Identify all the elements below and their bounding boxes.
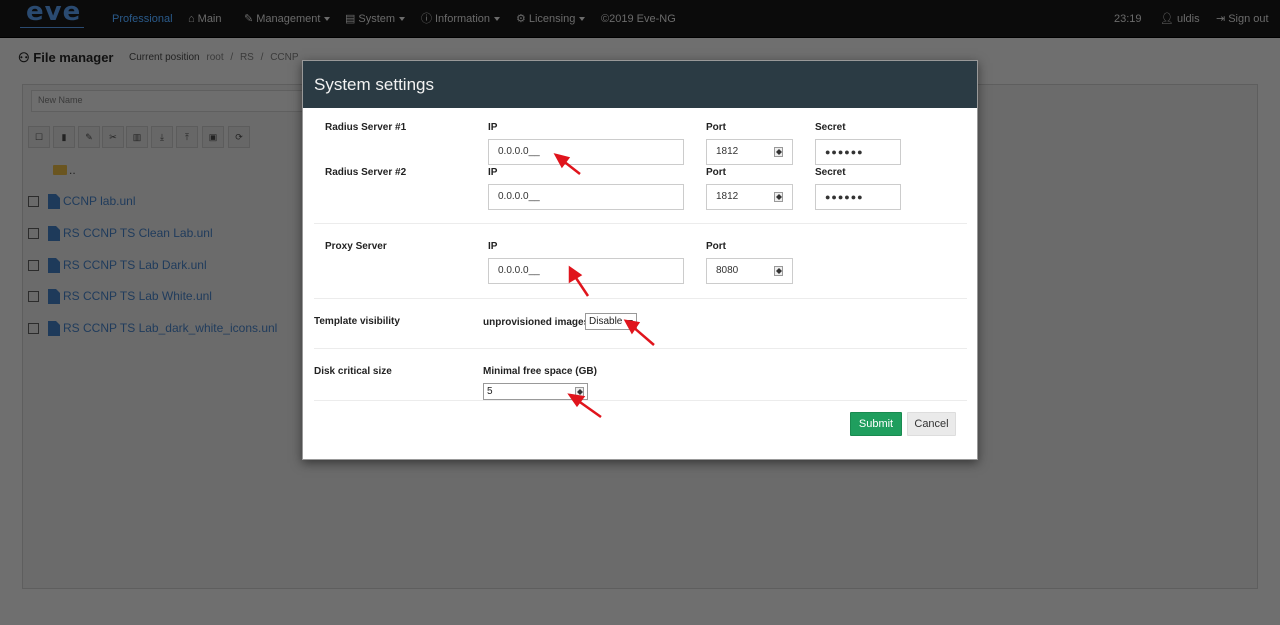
arrow-line (576, 398, 602, 419)
arrow-head (568, 265, 583, 284)
annotation-arrows (553, 153, 655, 419)
annotation-arrow-group (553, 153, 655, 419)
